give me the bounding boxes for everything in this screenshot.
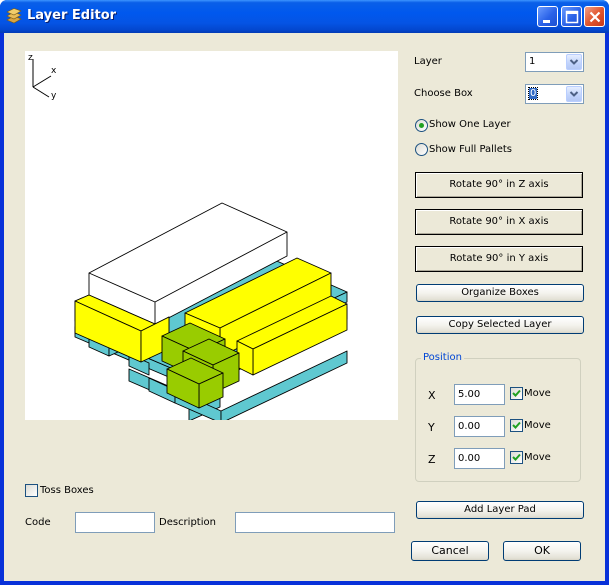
x-position-input[interactable] bbox=[455, 385, 504, 404]
close-button[interactable] bbox=[584, 6, 605, 27]
toss-boxes-label[interactable]: Toss Boxes bbox=[40, 485, 94, 496]
chevron-down-icon bbox=[569, 59, 579, 65]
rotate-x-label: Rotate 90° in X axis bbox=[449, 216, 549, 227]
axes-gizmo bbox=[32, 59, 52, 98]
show-one-layer-label[interactable]: Show One Layer bbox=[429, 119, 511, 130]
ok-label: OK bbox=[534, 544, 550, 557]
z-position-input[interactable] bbox=[455, 449, 504, 468]
y-axis-label: y bbox=[51, 91, 57, 101]
y-move-label[interactable]: Move bbox=[524, 420, 551, 431]
layer-select[interactable]: 1 bbox=[525, 52, 584, 72]
description-field[interactable] bbox=[235, 512, 395, 533]
cancel-button[interactable]: Cancel bbox=[411, 541, 489, 561]
rotate-x-button[interactable]: Rotate 90° in X axis bbox=[415, 209, 583, 235]
z-axis-label: z bbox=[28, 53, 33, 63]
organize-boxes-label: Organize Boxes bbox=[461, 287, 539, 298]
cancel-label: Cancel bbox=[431, 544, 469, 557]
checkmark-icon bbox=[512, 421, 521, 429]
x-move-checkbox[interactable] bbox=[510, 387, 523, 400]
x-position-label: X bbox=[428, 389, 436, 402]
pallet-scene: z x y bbox=[28, 53, 348, 424]
pallet-3d-viewport[interactable]: z x y bbox=[25, 51, 398, 424]
show-full-pallets-label[interactable]: Show Full Pallets bbox=[429, 144, 512, 155]
description-label: Description bbox=[159, 517, 216, 528]
layer-label: Layer bbox=[414, 56, 442, 67]
z-position-field[interactable] bbox=[454, 448, 505, 469]
x-axis-line bbox=[32, 75, 52, 88]
position-group-title: Position bbox=[421, 352, 464, 363]
choose-box-select-value: 0 bbox=[527, 87, 539, 100]
choose-box-dropdown-button[interactable] bbox=[566, 86, 582, 102]
x-move-label[interactable]: Move bbox=[524, 388, 551, 399]
minimize-icon bbox=[543, 20, 550, 23]
rotate-y-label: Rotate 90° in Y axis bbox=[449, 253, 549, 264]
code-input[interactable] bbox=[76, 513, 154, 532]
choose-box-label: Choose Box bbox=[414, 88, 473, 99]
y-position-field[interactable] bbox=[454, 416, 505, 437]
rotate-y-button[interactable]: Rotate 90° in Y axis bbox=[415, 246, 583, 272]
add-layer-pad-label: Add Layer Pad bbox=[464, 504, 536, 515]
checkmark-icon bbox=[512, 453, 521, 461]
choose-box-select[interactable]: 0 bbox=[525, 84, 584, 104]
copy-selected-layer-button[interactable]: Copy Selected Layer bbox=[416, 316, 584, 334]
description-input[interactable] bbox=[236, 513, 394, 532]
layer-select-value: 1 bbox=[529, 56, 536, 67]
copy-selected-layer-label: Copy Selected Layer bbox=[448, 319, 552, 330]
y-move-checkbox[interactable] bbox=[510, 419, 523, 432]
rotate-z-label: Rotate 90° in Z axis bbox=[449, 179, 549, 190]
dialog-client-area: z x y Layer 1 Choose Box 0 Show One Laye… bbox=[4, 33, 605, 581]
y-position-label: Y bbox=[428, 421, 435, 434]
z-move-label[interactable]: Move bbox=[524, 452, 551, 463]
maximize-icon bbox=[565, 10, 579, 24]
add-layer-pad-button[interactable]: Add Layer Pad bbox=[416, 501, 584, 519]
y-axis-line bbox=[32, 86, 50, 98]
layer-editor-window: Layer Editor z x y Layer 1 Choose Box 0 … bbox=[0, 0, 609, 585]
z-move-checkbox[interactable] bbox=[510, 451, 523, 464]
ok-button[interactable]: OK bbox=[503, 541, 581, 561]
toss-boxes-checkbox[interactable] bbox=[25, 484, 38, 497]
chevron-down-icon bbox=[569, 91, 579, 97]
show-full-pallets-radio[interactable] bbox=[415, 143, 428, 156]
close-icon bbox=[589, 11, 601, 23]
minimize-button[interactable] bbox=[537, 6, 558, 27]
maximize-button[interactable] bbox=[561, 6, 582, 27]
code-field[interactable] bbox=[75, 512, 155, 533]
organize-boxes-button[interactable]: Organize Boxes bbox=[416, 284, 584, 302]
layer-dropdown-button[interactable] bbox=[566, 54, 582, 70]
z-position-label: Z bbox=[428, 453, 436, 466]
checkmark-icon bbox=[512, 389, 521, 397]
app-icon bbox=[6, 8, 22, 24]
window-title: Layer Editor bbox=[27, 8, 117, 23]
rotate-z-button[interactable]: Rotate 90° in Z axis bbox=[415, 172, 583, 198]
x-axis-label: x bbox=[51, 66, 57, 76]
x-position-field[interactable] bbox=[454, 384, 505, 405]
code-label: Code bbox=[25, 517, 51, 528]
y-position-input[interactable] bbox=[455, 417, 504, 436]
show-one-layer-radio[interactable] bbox=[415, 119, 428, 132]
title-bar[interactable]: Layer Editor bbox=[0, 0, 609, 33]
radio-selected-dot bbox=[419, 123, 424, 128]
